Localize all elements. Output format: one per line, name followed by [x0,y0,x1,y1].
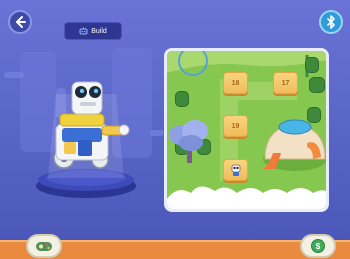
robot-top-plate [59,113,105,127]
robot-block [64,142,76,154]
game-scene: Build 18 17 19 $ [0,0,350,259]
shop-button[interactable]: $ [300,234,336,258]
level-number: 17 [281,79,290,87]
robot-mouth [80,102,96,106]
robot-display[interactable] [26,74,146,204]
level-map[interactable]: 18 17 19 [164,48,329,212]
robot-pupil [79,88,85,94]
robot-block [78,140,92,156]
bluetooth-button[interactable] [319,10,343,34]
robot-pupil [93,88,99,94]
bush [305,57,319,73]
blue-tree [169,120,208,163]
robot-build-icon [79,27,88,35]
build-label: Build [91,27,107,35]
dome-house[interactable] [259,109,327,173]
robot-hand [118,124,130,136]
bluetooth-icon [327,15,335,29]
robot-marker-icon [231,164,240,176]
joystick-icon [36,242,52,251]
svg-text:$: $ [316,242,321,251]
level-tile-18[interactable]: 18 [223,72,248,94]
level-tile-19[interactable]: 19 [223,115,248,137]
back-arrow-icon [16,16,26,28]
robot-panel [62,128,102,142]
build-tab[interactable]: Build [64,22,122,40]
bush [309,77,325,93]
level-tile-current[interactable] [223,159,248,181]
coin-shop-icon: $ [311,239,325,253]
level-number: 18 [231,79,240,87]
background-pipe [4,72,24,78]
background-pipe [150,130,164,136]
back-button[interactable] [8,10,32,34]
level-number: 19 [231,122,240,130]
joystick-button[interactable] [26,234,62,258]
bush [175,91,189,107]
cloud-border [167,186,326,209]
level-tile-17[interactable]: 17 [273,72,298,94]
